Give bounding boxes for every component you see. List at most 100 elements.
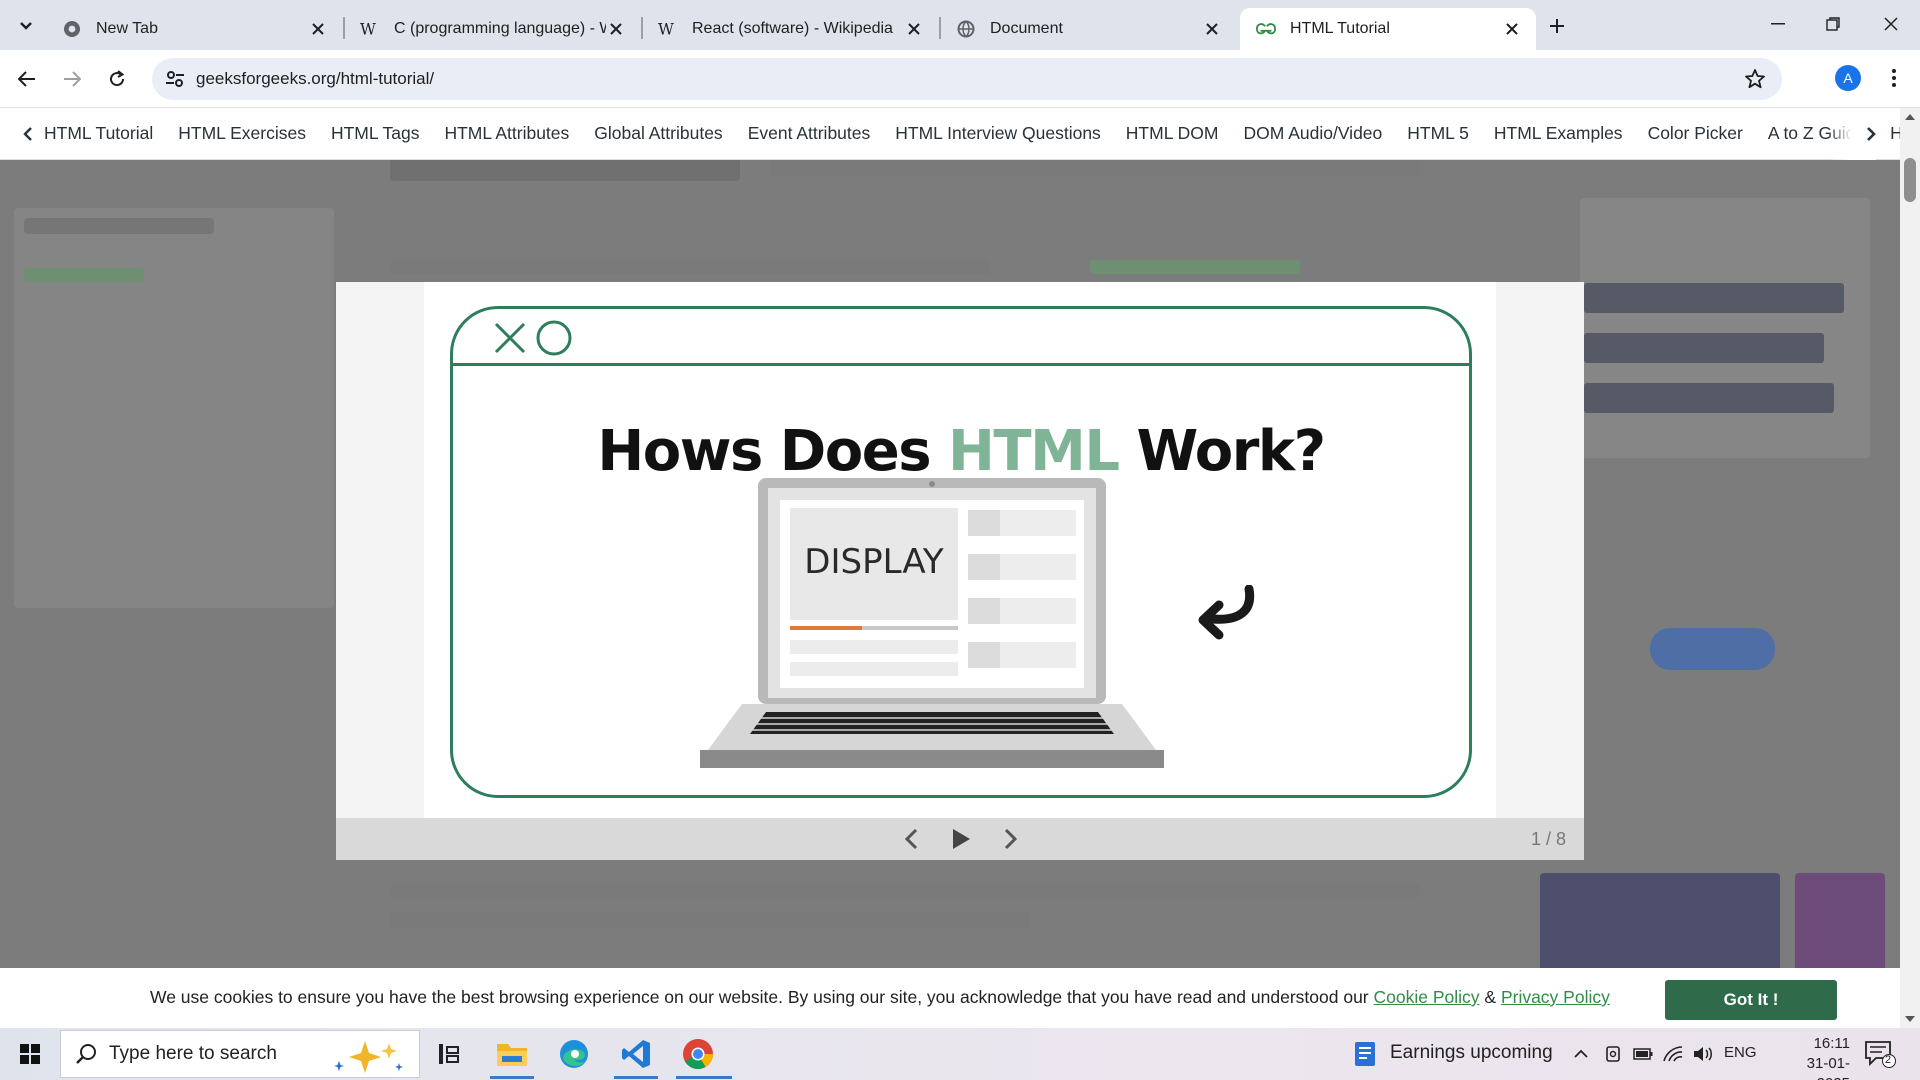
scroll-thumb[interactable] bbox=[1904, 158, 1916, 202]
previous-slide-button[interactable] bbox=[896, 824, 926, 854]
cookie-policy-link[interactable]: Cookie Policy bbox=[1374, 987, 1480, 1007]
privacy-policy-link[interactable]: Privacy Policy bbox=[1501, 987, 1610, 1007]
back-button[interactable] bbox=[10, 62, 44, 96]
close-icon[interactable] bbox=[904, 19, 924, 39]
tab-search-button[interactable] bbox=[10, 10, 42, 42]
play-icon bbox=[953, 829, 970, 849]
scroll-down-icon[interactable] bbox=[1904, 1014, 1916, 1024]
forward-button[interactable] bbox=[55, 62, 89, 96]
arrow-left-icon bbox=[18, 71, 35, 87]
nav-item-dom-audio-video[interactable]: DOM Audio/Video bbox=[1231, 123, 1395, 144]
file-explorer-button[interactable] bbox=[494, 1036, 530, 1072]
news-widget-icon[interactable] bbox=[1352, 1040, 1380, 1068]
minimize-button[interactable] bbox=[1758, 8, 1798, 40]
tab-c-language[interactable]: W C (programming language) - W bbox=[344, 8, 640, 50]
chrome-button[interactable] bbox=[680, 1036, 716, 1072]
next-slide-button[interactable] bbox=[996, 824, 1026, 854]
got-it-button[interactable]: Got It ! bbox=[1665, 980, 1837, 1020]
notification-count: 2 bbox=[1885, 1054, 1892, 1066]
nav-item-html-more[interactable]: HTML bbox=[1878, 123, 1900, 144]
tab-title: New Tab bbox=[96, 20, 158, 37]
nav-item-html-exercises[interactable]: HTML Exercises bbox=[166, 123, 319, 144]
battery-button[interactable] bbox=[1632, 1044, 1654, 1064]
play-button[interactable] bbox=[946, 824, 976, 854]
gfg-icon bbox=[1256, 19, 1276, 39]
chevron-left-icon bbox=[904, 828, 918, 850]
close-window-button[interactable] bbox=[1871, 8, 1911, 40]
bookmark-star-icon[interactable] bbox=[1744, 68, 1766, 90]
blurred-text bbox=[390, 913, 1030, 927]
network-button[interactable] bbox=[1662, 1044, 1684, 1064]
laptop-illustration: DISPLAY bbox=[688, 478, 1184, 774]
scroll-up-icon[interactable] bbox=[1904, 112, 1916, 122]
windows-logo-icon bbox=[20, 1044, 40, 1064]
windows-taskbar: Type here to search Earnings upcoming EN… bbox=[0, 1028, 1920, 1080]
task-view-button[interactable] bbox=[432, 1036, 468, 1072]
return-arrow-icon bbox=[1198, 585, 1255, 640]
nav-item-event-attributes[interactable]: Event Attributes bbox=[735, 123, 883, 144]
new-tab-button[interactable] bbox=[1541, 10, 1573, 42]
tab-document[interactable]: Document bbox=[940, 8, 1236, 50]
wifi-icon bbox=[1663, 1046, 1683, 1062]
blurred-ad-text bbox=[1584, 283, 1844, 313]
explorer-active-indicator bbox=[490, 1076, 534, 1079]
edge-icon bbox=[560, 1040, 588, 1068]
browser-menu-button[interactable] bbox=[1880, 64, 1908, 92]
cookie-banner: We use cookies to ensure you have the be… bbox=[0, 968, 1900, 1028]
reload-button[interactable] bbox=[100, 62, 134, 96]
tab-html-tutorial[interactable]: HTML Tutorial bbox=[1240, 8, 1536, 50]
video-frame[interactable]: Hows Does HTML Work? DISPLAY bbox=[424, 282, 1496, 818]
tab-new-tab[interactable]: New Tab bbox=[46, 8, 342, 50]
site-topnav: HTML Tutorial HTML Exercises HTML Tags H… bbox=[0, 108, 1900, 160]
nav-item-html-attributes[interactable]: HTML Attributes bbox=[432, 123, 582, 144]
meet-now-button[interactable] bbox=[1602, 1044, 1624, 1064]
blurred-text bbox=[24, 218, 214, 234]
restore-button[interactable] bbox=[1813, 8, 1853, 40]
taskbar-search[interactable]: Type here to search bbox=[60, 1030, 420, 1078]
nav-item-html-tags[interactable]: HTML Tags bbox=[318, 123, 432, 144]
volume-button[interactable] bbox=[1692, 1044, 1714, 1064]
close-icon[interactable] bbox=[1202, 19, 1222, 39]
nav-item-html5[interactable]: HTML 5 bbox=[1395, 123, 1482, 144]
tab-react[interactable]: W React (software) - Wikipedia bbox=[642, 8, 938, 50]
close-icon bbox=[1884, 17, 1898, 31]
close-icon[interactable] bbox=[308, 19, 328, 39]
close-icon[interactable] bbox=[1502, 19, 1522, 39]
tray-overflow-button[interactable] bbox=[1570, 1044, 1592, 1064]
clock[interactable]: 16:11 31-01-2025 bbox=[1776, 1034, 1850, 1080]
window-circle-icon bbox=[536, 320, 572, 356]
tab-title: C (programming language) - W bbox=[394, 20, 606, 37]
page-scrollbar[interactable] bbox=[1900, 108, 1920, 1028]
notification-center-button[interactable]: 2 bbox=[1864, 1040, 1896, 1068]
blurred-text bbox=[390, 883, 1420, 899]
language-indicator[interactable]: ENG bbox=[1724, 1044, 1757, 1061]
nav-item-html-dom[interactable]: HTML DOM bbox=[1113, 123, 1231, 144]
start-button[interactable] bbox=[12, 1040, 48, 1068]
arrow-right-icon bbox=[64, 71, 81, 87]
nav-item-interview-questions[interactable]: HTML Interview Questions bbox=[883, 123, 1114, 144]
blurred-ad bbox=[1580, 198, 1870, 458]
nav-item-html-examples[interactable]: HTML Examples bbox=[1481, 123, 1635, 144]
nav-item-color-picker[interactable]: Color Picker bbox=[1635, 123, 1755, 144]
cookie-text: We use cookies to ensure you have the be… bbox=[150, 987, 1374, 1007]
chrome-active-indicator bbox=[676, 1076, 732, 1079]
plus-icon bbox=[1550, 19, 1564, 33]
nav-scroll-right[interactable] bbox=[1828, 108, 1876, 160]
close-icon[interactable] bbox=[606, 19, 626, 39]
edge-button[interactable] bbox=[556, 1036, 592, 1072]
slide-title: Hows Does HTML Work? bbox=[453, 419, 1469, 484]
news-widget-text[interactable]: Earnings upcoming bbox=[1390, 1042, 1553, 1064]
nav-item-html-tutorial[interactable]: HTML Tutorial bbox=[40, 123, 166, 144]
tab-strip: New Tab W C (programming language) - W W… bbox=[0, 0, 1920, 50]
nav-item-global-attributes[interactable]: Global Attributes bbox=[582, 123, 735, 144]
vscode-button[interactable] bbox=[618, 1036, 654, 1072]
address-bar[interactable]: geeksforgeeks.org/html-tutorial/ bbox=[152, 58, 1782, 100]
profile-avatar[interactable]: A bbox=[1835, 65, 1861, 91]
search-placeholder: Type here to search bbox=[109, 1043, 277, 1064]
battery-icon bbox=[1633, 1048, 1653, 1060]
url-text[interactable]: geeksforgeeks.org/html-tutorial/ bbox=[196, 69, 434, 89]
wikipedia-icon: W bbox=[658, 19, 678, 39]
nav-scroll-left[interactable] bbox=[16, 108, 40, 160]
camera-icon bbox=[1606, 1046, 1620, 1062]
site-info-icon[interactable] bbox=[164, 68, 186, 90]
